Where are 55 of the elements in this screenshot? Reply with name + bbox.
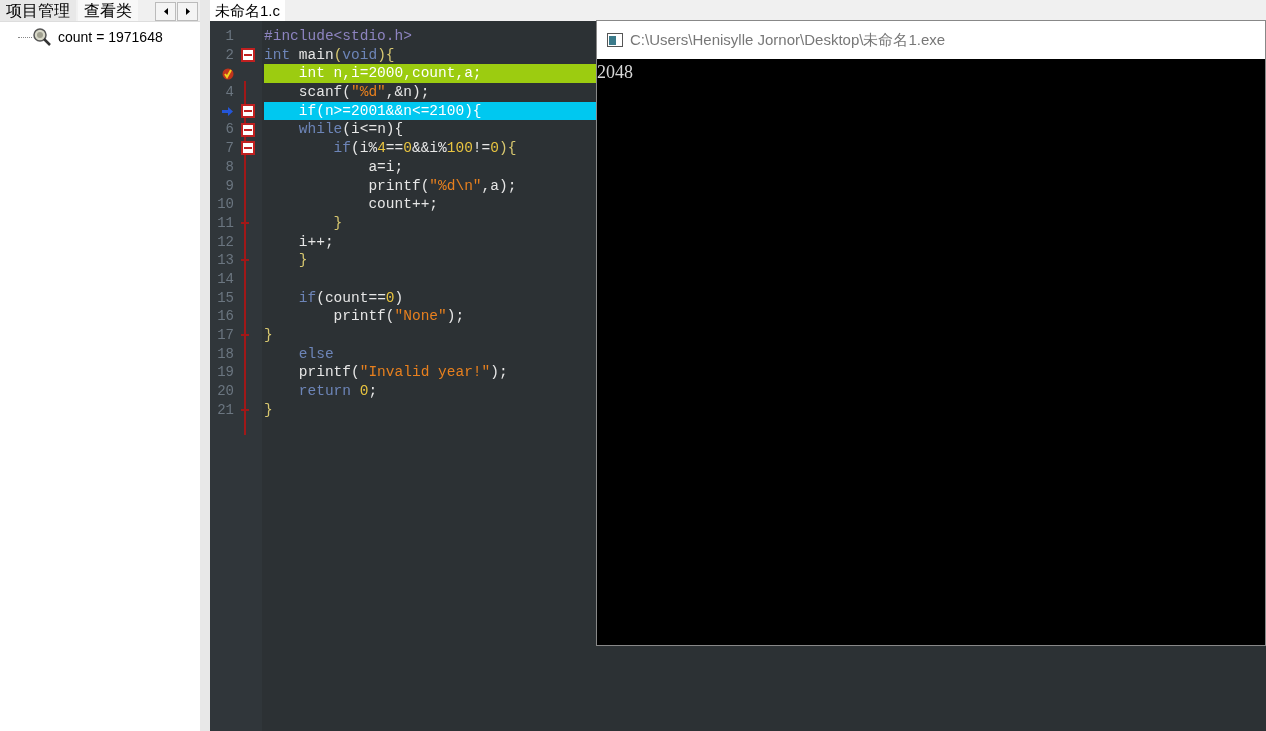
- code-line: if(count==0): [297, 289, 404, 306]
- code-line: int n,i=2000,count,a;: [297, 65, 482, 82]
- scroll-right-button[interactable]: [177, 2, 198, 21]
- code-line: #include<stdio.h>: [264, 28, 412, 44]
- line-number: 15: [217, 288, 234, 308]
- line-number: 12: [217, 232, 234, 252]
- line-number: 13: [217, 251, 234, 270]
- line-number: 19: [217, 363, 234, 383]
- code-line: if(i%4==0&&i%100!=0){: [332, 140, 517, 157]
- code-line: printf("%d\n",a);: [367, 177, 517, 194]
- line-number: 18: [217, 344, 234, 364]
- code-line: scanf("%d",&n);: [297, 84, 430, 101]
- line-number: 1: [225, 27, 234, 46]
- console-output: 2048: [597, 62, 633, 82]
- line-number: 4: [225, 83, 234, 102]
- code-line: printf("None");: [332, 308, 465, 325]
- panel-tab[interactable]: 项目管理: [0, 0, 76, 21]
- right-triangle-icon: [185, 8, 190, 15]
- code-line: }: [297, 252, 308, 269]
- window-title: C:\Users\Henisylle Jornor\Desktop\未命名1.exe: [630, 29, 946, 50]
- fold-toggle-icon[interactable]: [241, 141, 255, 156]
- line-number: 11: [217, 213, 234, 233]
- line-number: 10: [217, 195, 234, 214]
- code-line: return 0;: [297, 383, 378, 400]
- code-line: }: [332, 214, 343, 231]
- code-line: count++;: [367, 196, 439, 213]
- code-line: else: [297, 345, 334, 362]
- magnifier-icon: [32, 27, 52, 47]
- fold-toggle-icon[interactable]: [241, 122, 255, 137]
- fold-toggle-icon[interactable]: [241, 104, 255, 119]
- line-number: 14: [217, 269, 234, 289]
- line-number: 7: [225, 139, 234, 158]
- code-line: int main(void){: [264, 46, 395, 63]
- line-number: 2: [225, 45, 234, 65]
- code-line: }: [264, 401, 273, 418]
- code-line: a=i;: [367, 158, 404, 175]
- line-number: 9: [225, 176, 234, 196]
- code-line: i++;: [297, 233, 334, 250]
- code-line: if(n>=2001&&n<=2100){: [297, 102, 482, 119]
- code-line: printf("Invalid year!");: [297, 364, 508, 381]
- code-line: }: [264, 327, 273, 343]
- left-triangle-icon: [163, 8, 168, 15]
- line-number: 8: [225, 157, 234, 177]
- line-number: 17: [217, 326, 234, 345]
- watch-item[interactable]: count = 1971648: [58, 26, 163, 48]
- code-line: while(i<=n){: [297, 121, 404, 138]
- panel-tab[interactable]: 查看类: [78, 0, 138, 21]
- line-number: 21: [217, 400, 234, 420]
- console-icon: [607, 33, 623, 47]
- fold-toggle-icon[interactable]: [241, 48, 255, 63]
- line-number: 20: [217, 382, 234, 401]
- scroll-left-button[interactable]: [155, 2, 176, 21]
- line-number: 16: [217, 307, 234, 326]
- file-tab[interactable]: 未命名1.c: [210, 0, 285, 21]
- line-number: 6: [225, 120, 234, 140]
